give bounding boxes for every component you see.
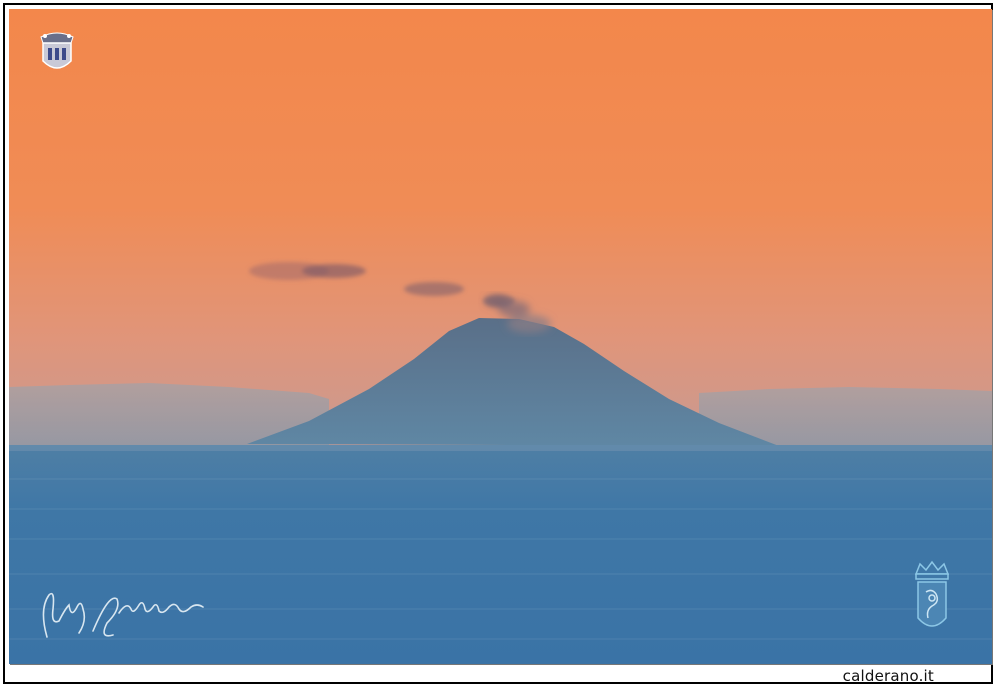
footer-bar: calderano.it <box>9 667 992 687</box>
crest-icon <box>914 560 950 627</box>
sea <box>9 445 992 664</box>
site-label: calderano.it <box>842 667 934 685</box>
volcano-photo <box>9 9 992 664</box>
crest-icon <box>40 32 74 69</box>
